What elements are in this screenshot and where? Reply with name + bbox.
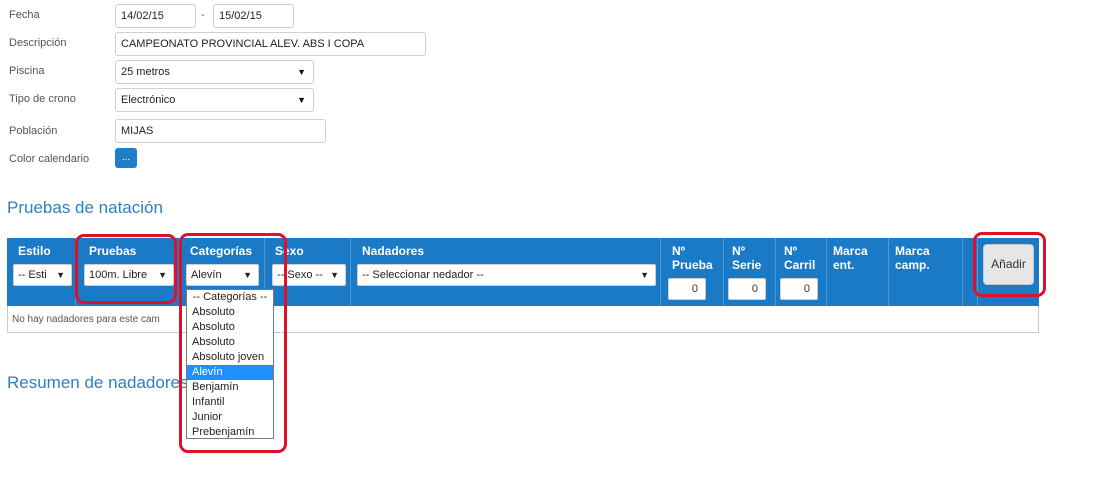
pruebas-table-body: No hay nadadores para este cam bbox=[7, 306, 1039, 333]
col-marca-camp-header: Marca camp. bbox=[895, 244, 930, 272]
poblacion-input[interactable]: MIJAS bbox=[115, 119, 326, 143]
crono-label: Tipo de crono bbox=[9, 93, 76, 105]
chevron-down-icon: ▼ bbox=[640, 270, 649, 280]
fecha-desde-input[interactable]: 14/02/15 bbox=[115, 4, 196, 28]
empty-table-message: No hay nadadores para este cam bbox=[12, 314, 160, 325]
fecha-separator: - bbox=[201, 9, 205, 21]
chevron-down-icon: ▼ bbox=[56, 270, 65, 280]
n-serie-input[interactable]: 0 bbox=[728, 278, 766, 300]
descripcion-input[interactable]: CAMPEONATO PROVINCIAL ALEV. ABS I COPA bbox=[115, 32, 426, 56]
resumen-section-title: Resumen de nadadores bbox=[7, 373, 189, 392]
piscina-select[interactable]: 25 metros ▼ bbox=[115, 60, 314, 84]
chevron-down-icon: ▼ bbox=[330, 270, 339, 280]
chevron-down-icon: ▼ bbox=[297, 95, 306, 105]
estilo-select-value: -- Esti bbox=[18, 269, 47, 281]
chevron-down-icon: ▼ bbox=[297, 67, 306, 77]
poblacion-label: Población bbox=[9, 125, 58, 137]
fecha-label: Fecha bbox=[9, 9, 40, 21]
col-n-serie-header: Nº Serie bbox=[732, 244, 762, 272]
col-estilo-header: Estilo bbox=[18, 244, 51, 258]
nadadores-select-value: -- Seleccionar nedador -- bbox=[362, 269, 484, 281]
add-button-highlight bbox=[973, 232, 1046, 297]
piscina-label: Piscina bbox=[9, 65, 45, 77]
col-n-prueba-header: Nº Prueba bbox=[672, 244, 713, 272]
crono-select-value: Electrónico bbox=[121, 94, 176, 106]
col-marca-ent-header: Marca ent. bbox=[833, 244, 868, 272]
col-n-carril-header: Nº Carril bbox=[784, 244, 816, 272]
categorias-highlight bbox=[179, 233, 287, 453]
crono-select[interactable]: Electrónico ▼ bbox=[115, 88, 314, 112]
nadadores-select[interactable]: -- Seleccionar nedador -- ▼ bbox=[357, 264, 656, 286]
estilo-select[interactable]: -- Esti ▼ bbox=[13, 264, 72, 286]
n-carril-input[interactable]: 0 bbox=[780, 278, 818, 300]
color-calendario-label: Color calendario bbox=[9, 153, 90, 165]
descripcion-label: Descripción bbox=[9, 37, 67, 49]
fecha-hasta-input[interactable]: 15/02/15 bbox=[213, 4, 294, 28]
col-nadadores-header: Nadadores bbox=[362, 244, 425, 258]
n-prueba-input[interactable]: 0 bbox=[668, 278, 706, 300]
piscina-select-value: 25 metros bbox=[121, 66, 170, 78]
pruebas-highlight bbox=[75, 234, 177, 304]
pruebas-section-title: Pruebas de natación bbox=[7, 198, 163, 217]
color-picker-button[interactable]: ... bbox=[115, 148, 137, 168]
